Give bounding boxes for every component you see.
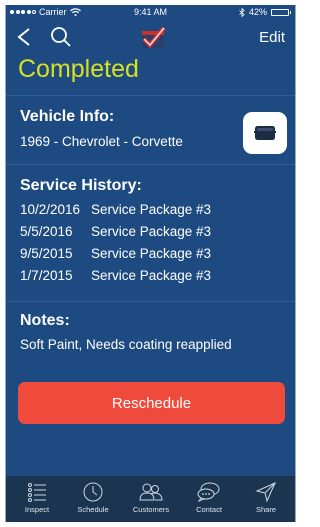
navigation-bar: Edit <box>6 23 295 53</box>
bluetooth-icon <box>239 7 245 17</box>
tab-contact[interactable]: Contact <box>180 476 238 522</box>
battery-percent: 42% <box>248 7 267 17</box>
notes-text: Soft Paint, Needs coating reapplied <box>20 337 232 352</box>
tab-inspect[interactable]: Inspect <box>8 476 66 522</box>
people-icon <box>139 483 163 501</box>
clock-icon <box>83 482 103 502</box>
chevron-left-icon[interactable] <box>14 26 34 48</box>
list-item: 1/7/2015 Service Package #3 <box>20 268 211 283</box>
chat-bubble-icon <box>197 482 220 503</box>
status-bar-right: 42% <box>239 7 291 17</box>
send-icon <box>255 482 276 503</box>
job-status-title: Completed <box>18 55 139 83</box>
service-package: Service Package #3 <box>91 202 212 217</box>
tab-share[interactable]: Share <box>237 476 295 522</box>
service-package: Service Package #3 <box>91 268 212 283</box>
edit-button[interactable]: Edit <box>259 29 285 46</box>
checkmark-logo-icon <box>142 26 166 48</box>
list-item: 5/5/2016 Service Package #3 <box>20 224 211 239</box>
service-date: 5/5/2016 <box>20 224 73 239</box>
service-package: Service Package #3 <box>91 246 212 261</box>
phone-screen: Carrier 9:41 AM 42% Edit Completed Vehic… <box>5 5 296 522</box>
service-package: Service Package #3 <box>91 224 212 239</box>
service-history-title: Service History: <box>20 177 142 194</box>
divider <box>6 301 295 302</box>
tab-label: Contact <box>196 505 222 514</box>
status-bar: Carrier 9:41 AM 42% <box>6 5 295 19</box>
list-item: 9/5/2015 Service Package #3 <box>20 246 211 261</box>
battery-icon <box>271 8 291 16</box>
search-icon[interactable] <box>50 26 72 48</box>
list-item: 10/2/2016 Service Package #3 <box>20 202 211 217</box>
vehicle-description: 1969 - Chevrolet - Corvette <box>20 134 183 149</box>
tab-label: Share <box>255 505 276 514</box>
reschedule-button[interactable]: Reschedule <box>18 382 285 424</box>
tab-customers[interactable]: Customers <box>122 476 180 522</box>
divider <box>6 164 295 165</box>
vehicle-info-title: Vehicle Info: <box>20 108 115 125</box>
vehicle-icon <box>254 126 276 140</box>
tab-label: Customers <box>132 505 170 514</box>
tab-bar: Inspect Schedule Customers Contact Share <box>6 476 295 522</box>
service-date: 1/7/2015 <box>20 268 73 283</box>
service-date: 10/2/2016 <box>20 202 81 217</box>
divider <box>6 95 295 96</box>
tab-label: Schedule <box>77 505 109 514</box>
tab-schedule[interactable]: Schedule <box>64 476 122 522</box>
tab-label: Inspect <box>24 505 50 514</box>
service-date: 9/5/2015 <box>20 246 73 261</box>
vehicle-button[interactable] <box>243 112 287 154</box>
list-icon <box>28 483 46 502</box>
notes-title: Notes: <box>20 312 70 329</box>
